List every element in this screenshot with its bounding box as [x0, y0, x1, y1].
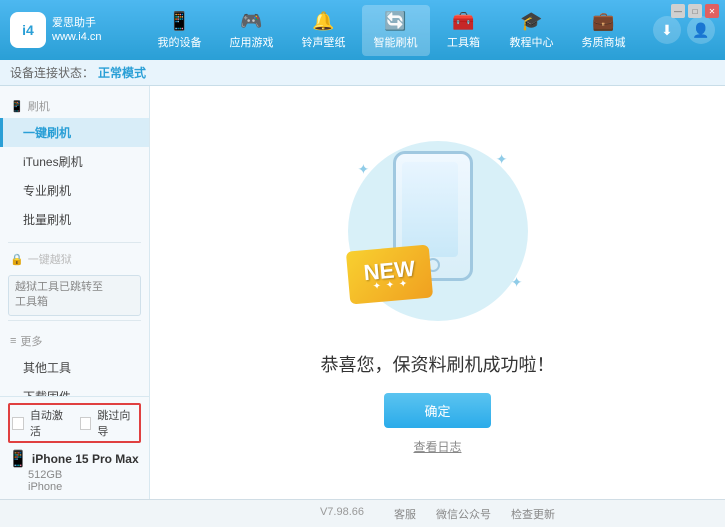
flash-section-icon: 📱: [10, 100, 24, 113]
sidebar-section-flash: 📱 刷机 一键刷机 iTunes刷机 专业刷机 批量刷机: [0, 90, 149, 238]
device-info: 📱 iPhone 15 Pro Max: [8, 449, 141, 469]
app-header: i4 爱思助手 www.i4.cn 📱 我的设备 🎮 应用游戏 🔔 铃声壁纸 🔄…: [0, 0, 725, 60]
auto-activate-checkbox[interactable]: [12, 417, 24, 430]
device-section: 自动激活 跳过向导 📱 iPhone 15 Pro Max 512GB iPho…: [0, 396, 150, 499]
service-icon: 💼: [592, 11, 614, 32]
confirm-button[interactable]: 确定: [384, 393, 490, 428]
sidebar-one-click-label: 一键刷机: [23, 126, 71, 140]
nav-toolbox[interactable]: 🧰 工具箱: [434, 5, 494, 56]
apps-games-icon: 🎮: [240, 11, 262, 32]
nav-smart-flash-label: 智能刷机: [374, 34, 418, 50]
device-name: iPhone 15 Pro Max: [32, 452, 139, 466]
nav-service-label: 务质商城: [582, 34, 626, 50]
status-value: 正常模式: [98, 64, 146, 81]
logo-char: i4: [22, 22, 34, 38]
bottom-item-update[interactable]: 检查更新: [511, 506, 555, 522]
sidebar-itunes-label: iTunes刷机: [23, 155, 83, 169]
sparkle-1: ✦: [358, 161, 370, 178]
sidebar-divider-1: [8, 242, 141, 243]
success-message: 恭喜您，保资料刷机成功啦！: [321, 351, 555, 377]
logo-icon: i4: [10, 12, 46, 48]
new-badge: NEW ✦ ✦ ✦: [345, 244, 433, 304]
user-button[interactable]: 👤: [687, 16, 715, 44]
app-subtitle: www.i4.cn: [52, 30, 102, 44]
nav-my-device[interactable]: 📱 我的设备: [146, 5, 214, 56]
phone-screen: [402, 162, 458, 257]
sidebar-item-pro[interactable]: 专业刷机: [0, 176, 149, 205]
app-title: 爱思助手: [52, 16, 102, 30]
auto-row: 自动激活 跳过向导: [8, 403, 141, 443]
status-label: 设备连接状态：: [10, 64, 94, 81]
status-bar: 设备连接状态： 正常模式: [0, 60, 725, 86]
nav-smart-flash[interactable]: 🔄 智能刷机: [362, 5, 430, 56]
sidebar-note: 越狱工具已跳转至 工具箱: [8, 275, 141, 316]
my-device-icon: 📱: [168, 11, 190, 32]
logo-text: 爱思助手 www.i4.cn: [52, 16, 102, 45]
app-logo: i4 爱思助手 www.i4.cn: [10, 12, 110, 48]
nav-apps-games-label: 应用游戏: [230, 34, 274, 50]
sidebar-header-flash: 📱 刷机: [0, 94, 149, 118]
tutorial-icon: 🎓: [520, 11, 542, 32]
toolbox-icon: 🧰: [452, 11, 474, 32]
auto-activate-label: 自动激活: [30, 407, 70, 439]
device-storage: 512GB: [8, 469, 141, 481]
sidebar-item-batch[interactable]: 批量刷机: [0, 205, 149, 234]
minimize-button[interactable]: —: [671, 4, 685, 18]
guide-skip-checkbox[interactable]: [80, 417, 92, 430]
sidebar-divider-2: [8, 320, 141, 321]
sparkle-3: ✦: [511, 274, 523, 291]
sidebar-note-line2: 工具箱: [15, 296, 48, 308]
bottom-center: V7.98.66 客服 微信公众号 检查更新: [160, 506, 715, 522]
bottom-bar: V7.98.66 客服 微信公众号 检查更新: [0, 499, 725, 527]
more-section-icon: ≡: [10, 335, 16, 347]
sidebar-note-line1: 越狱工具已跳转至: [15, 281, 103, 293]
download-button[interactable]: ⬇: [653, 16, 681, 44]
flash-section-label: 刷机: [28, 98, 50, 114]
version-label: V7.98.66: [320, 506, 364, 522]
sidebar-item-itunes[interactable]: iTunes刷机: [0, 147, 149, 176]
more-section-label: 更多: [20, 333, 42, 349]
bottom-item-service[interactable]: 客服: [394, 506, 416, 522]
view-log-link[interactable]: 查看日志: [413, 438, 461, 455]
main-nav: 📱 我的设备 🎮 应用游戏 🔔 铃声壁纸 🔄 智能刷机 🧰 工具箱 🎓 教程中心…: [130, 5, 653, 56]
nav-tutorial[interactable]: 🎓 教程中心: [498, 5, 566, 56]
nav-ringtone-label: 铃声壁纸: [302, 34, 346, 50]
sidebar-batch-label: 批量刷机: [23, 213, 71, 227]
sidebar-other-tools-label: 其他工具: [23, 361, 71, 375]
bottom-item-wechat[interactable]: 微信公众号: [436, 506, 491, 522]
nav-toolbox-label: 工具箱: [447, 34, 480, 50]
sidebar-item-one-click[interactable]: 一键刷机: [0, 118, 149, 147]
device-phone-icon: 📱: [8, 449, 28, 469]
device-type: iPhone: [8, 481, 141, 493]
phone-illustration: ✦ ✦ ✦ NEW ✦ ✦ ✦: [338, 131, 538, 331]
sidebar-item-other-tools[interactable]: 其他工具: [0, 353, 149, 382]
sidebar-disabled-jailbreak: 🔒 一键越狱: [0, 247, 149, 271]
smart-flash-icon: 🔄: [384, 11, 406, 32]
sidebar-header-more: ≡ 更多: [0, 329, 149, 353]
nav-tutorial-label: 教程中心: [510, 34, 554, 50]
ringtone-icon: 🔔: [312, 11, 334, 32]
sidebar-pro-label: 专业刷机: [23, 184, 71, 198]
nav-my-device-label: 我的设备: [158, 34, 202, 50]
nav-service[interactable]: 💼 务质商城: [570, 5, 638, 56]
nav-apps-games[interactable]: 🎮 应用游戏: [218, 5, 286, 56]
nav-ringtone[interactable]: 🔔 铃声壁纸: [290, 5, 358, 56]
sidebar-disabled-label: 一键越狱: [28, 251, 72, 267]
main-panel: ✦ ✦ ✦ NEW ✦ ✦ ✦ 恭喜您，保资料刷机成功啦！ 确定 查看日志: [150, 86, 725, 499]
guide-skip-label: 跳过向导: [97, 407, 137, 439]
sparkle-2: ✦: [496, 151, 508, 168]
maximize-button[interactable]: □: [688, 4, 702, 18]
close-button[interactable]: ✕: [705, 4, 719, 18]
header-right: ⬇ 👤: [653, 16, 715, 44]
